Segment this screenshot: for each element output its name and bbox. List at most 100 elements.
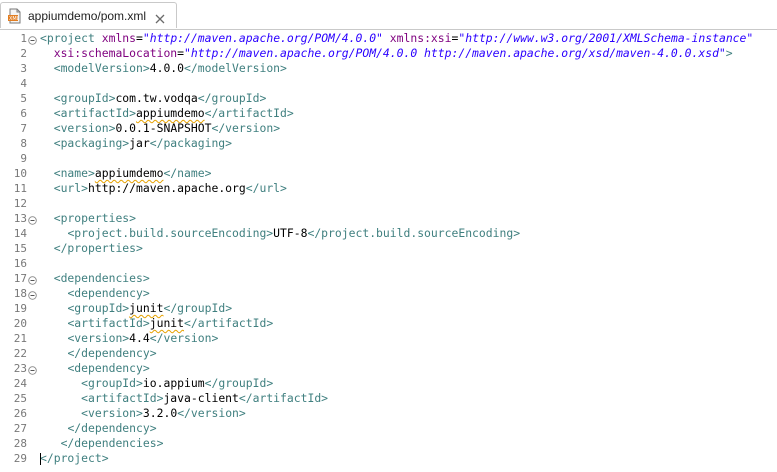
code-token: java-client (163, 391, 239, 405)
code-token: </version> (149, 331, 219, 345)
code-token: </groupId> (197, 91, 267, 105)
code-token: "http://maven.apache.org/POM/4.0.0" (142, 31, 383, 45)
line-number: 22 (13, 347, 27, 360)
line-number: 13 (13, 212, 27, 225)
line-number: 2 (20, 47, 27, 60)
code-token: xsi:schemaLocation (53, 46, 178, 60)
code-text: </dependencies> (40, 436, 164, 451)
code-text: </dependency> (40, 421, 157, 436)
code-text: <project.build.sourceEncoding>UTF-8</pro… (40, 226, 520, 241)
code-line: 2 xsi:schemaLocation="http://maven.apach… (0, 46, 777, 61)
tab-title: appiumdemo/pom.xml (28, 8, 147, 23)
code-line: 23 <dependency> (0, 361, 777, 376)
code-text: <packaging>jar</packaging> (40, 136, 232, 151)
code-text: <project xmlns="http://maven.apache.org/… (40, 31, 753, 46)
code-line: 16 (0, 256, 777, 271)
code-token: <groupId> (81, 376, 143, 390)
line-number: 14 (13, 227, 27, 240)
code-token: </dependency> (67, 421, 157, 435)
code-token: <packaging> (53, 136, 130, 150)
code-line: 19 <groupId>junit</groupId> (0, 301, 777, 316)
code-text: <dependencies> (40, 271, 150, 286)
fold-collapse-icon[interactable] (28, 274, 37, 285)
line-number: 27 (13, 422, 27, 435)
code-line: 12 (0, 196, 777, 211)
code-token: appiumdemo (94, 166, 164, 180)
xml-file-icon: XML (7, 8, 23, 24)
code-token: </artifactId> (204, 106, 294, 120)
line-number: 25 (13, 392, 27, 405)
code-text: <groupId>junit</groupId> (40, 301, 232, 316)
code-token: </modelVersion> (184, 61, 287, 75)
code-text: <modelVersion>4.0.0</modelVersion> (40, 61, 287, 76)
code-token: <artifactId> (81, 391, 164, 405)
code-text: <groupId>io.appium</groupId> (40, 376, 273, 391)
code-line: 8 <packaging>jar</packaging> (0, 136, 777, 151)
code-token: <project (40, 31, 102, 45)
line-number: 12 (13, 197, 27, 210)
line-number: 29 (13, 452, 27, 465)
line-number: 28 (13, 437, 27, 450)
code-token: </groupId> (204, 376, 274, 390)
text-cursor (40, 453, 41, 465)
fold-collapse-icon[interactable] (28, 214, 37, 225)
code-token: </project> (40, 451, 109, 465)
code-token: </groupId> (163, 301, 233, 315)
code-line: 25 <artifactId>java-client</artifactId> (0, 391, 777, 406)
code-line: 10 <name>appiumdemo</name> (0, 166, 777, 181)
line-number: 8 (20, 137, 27, 150)
code-token: <modelVersion> (53, 61, 150, 75)
code-line: 22 </dependency> (0, 346, 777, 361)
fold-collapse-icon[interactable] (28, 289, 37, 300)
source-editor[interactable]: 1 <project xmlns="http://maven.apache.org… (0, 30, 777, 472)
code-token: <artifactId> (67, 316, 150, 330)
code-token: </dependency> (67, 346, 157, 360)
code-line: 28 </dependencies> (0, 436, 777, 451)
line-number: 11 (13, 182, 27, 195)
code-token: 0.0.1-SNAPSHOT (115, 121, 212, 135)
code-token: junit (129, 301, 164, 315)
code-token: > (725, 46, 733, 60)
code-token: xmlns (101, 31, 137, 45)
code-token: 4.4 (129, 331, 150, 345)
editor-tab-pom-xml[interactable]: XML appiumdemo/pom.xml (0, 2, 178, 28)
code-text: <version>0.0.1-SNAPSHOT</version> (40, 121, 280, 136)
code-line: 1 <project xmlns="http://maven.apache.org… (0, 31, 777, 46)
code-token: "http://www.w3.org/2001/XMLSchema-instan… (458, 31, 754, 45)
code-text: <version>4.4</version> (40, 331, 218, 346)
code-token: <dependency> (67, 286, 150, 300)
code-token: <groupId> (67, 301, 130, 315)
fold-collapse-icon[interactable] (28, 34, 37, 45)
eclipse-xml-editor: XML appiumdemo/pom.xml 1 <project xmlns="… (0, 0, 777, 472)
close-icon[interactable] (154, 10, 166, 23)
code-token: </project.build.sourceEncoding> (307, 226, 521, 240)
code-line: 24 <groupId>io.appium</groupId> (0, 376, 777, 391)
line-number: 20 (13, 317, 27, 330)
editor-tab-bar: XML appiumdemo/pom.xml (0, 0, 777, 30)
code-line: 21 <version>4.4</version> (0, 331, 777, 346)
code-line: 15 </properties> (0, 241, 777, 256)
code-line: 14 <project.build.sourceEncoding>UTF-8</… (0, 226, 777, 241)
code-text: xsi:schemaLocation="http://maven.apache.… (40, 46, 733, 61)
code-token: = (177, 46, 185, 60)
code-token: appiumdemo (136, 106, 205, 120)
code-text: <groupId>com.tw.vodqa</groupId> (40, 91, 267, 106)
line-number: 17 (13, 272, 27, 285)
fold-collapse-icon[interactable] (28, 364, 37, 375)
